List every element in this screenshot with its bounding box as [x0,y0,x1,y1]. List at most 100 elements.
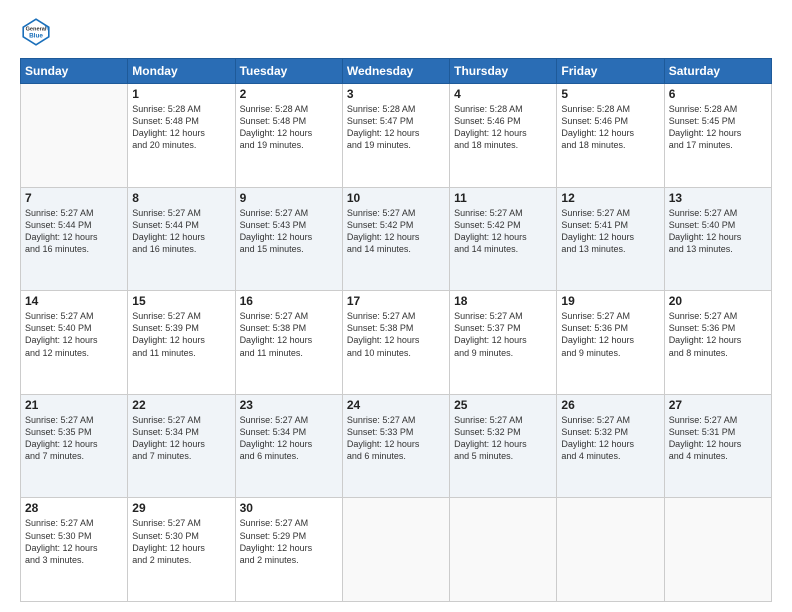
cell-info: Sunrise: 5:27 AM Sunset: 5:38 PM Dayligh… [347,310,445,359]
day-number: 4 [454,87,552,101]
table-row: 5 Sunrise: 5:28 AM Sunset: 5:46 PM Daylig… [557,84,664,188]
day-number: 22 [132,398,230,412]
calendar-week-row: 1 Sunrise: 5:28 AM Sunset: 5:48 PM Daylig… [21,84,772,188]
table-row: 11Sunrise: 5:27 AM Sunset: 5:42 PM Dayli… [450,187,557,291]
cell-info: Sunrise: 5:27 AM Sunset: 5:39 PM Dayligh… [132,310,230,359]
table-row: 24 Sunrise: 5:27 AM Sunset: 5:33 PM Dayli… [342,394,449,498]
day-number: 14 [25,294,123,308]
cell-info: Sunrise: 5:27 AM Sunset: 5:30 PM Dayligh… [25,517,123,566]
cell-info: Sunrise: 5:27 AM Sunset: 5:38 PM Dayligh… [240,310,338,359]
cell-info: Sunrise: 5:27 AM Sunset: 5:42 PM Dayligh… [347,207,445,256]
table-row: 26 Sunrise: 5:27 AM Sunset: 5:32 PM Dayli… [557,394,664,498]
day-number: 28 [25,501,123,515]
table-row: 19 Sunrise: 5:27 AM Sunset: 5:36 PM Dayli… [557,291,664,395]
table-row: 30 Sunrise: 5:27 AM Sunset: 5:29 PM Dayli… [235,498,342,602]
cell-info: Sunrise: 5:27 AM Sunset: 5:36 PM Dayligh… [561,310,659,359]
day-number: 24 [347,398,445,412]
day-number: 30 [240,501,338,515]
cell-info: Sunrise: 5:27 AM Sunset: 5:33 PM Dayligh… [347,414,445,463]
col-thursday: Thursday [450,59,557,84]
col-friday: Friday [557,59,664,84]
col-tuesday: Tuesday [235,59,342,84]
col-sunday: Sunday [21,59,128,84]
cell-info: Sunrise: 5:27 AM Sunset: 5:30 PM Dayligh… [132,517,230,566]
cell-info: Sunrise: 5:28 AM Sunset: 5:48 PM Dayligh… [240,103,338,152]
cell-info: Sunrise: 5:27 AM Sunset: 5:35 PM Dayligh… [25,414,123,463]
day-number: 23 [240,398,338,412]
day-number: 26 [561,398,659,412]
cell-info: Sunrise: 5:27 AM Sunset: 5:40 PM Dayligh… [669,207,767,256]
day-number: 12 [561,191,659,205]
table-row: 18Sunrise: 5:27 AM Sunset: 5:37 PM Dayli… [450,291,557,395]
cell-info: Sunrise: 5:27 AM Sunset: 5:31 PM Dayligh… [669,414,767,463]
table-row [450,498,557,602]
cell-info: Sunrise: 5:27 AM Sunset: 5:34 PM Dayligh… [240,414,338,463]
day-number: 1 [132,87,230,101]
svg-text:General: General [26,26,47,32]
cell-info: Sunrise: 5:27 AM Sunset: 5:43 PM Dayligh… [240,207,338,256]
cell-info: Sunrise: 5:28 AM Sunset: 5:47 PM Dayligh… [347,103,445,152]
table-row: 9 Sunrise: 5:27 AM Sunset: 5:43 PM Daylig… [235,187,342,291]
table-row: 1Sunrise: 5:28 AM Sunset: 5:48 PM Daylig… [128,84,235,188]
day-number: 10 [347,191,445,205]
cell-info: Sunrise: 5:27 AM Sunset: 5:37 PM Dayligh… [454,310,552,359]
cell-info: Sunrise: 5:27 AM Sunset: 5:29 PM Dayligh… [240,517,338,566]
day-number: 3 [347,87,445,101]
table-row: 20 Sunrise: 5:27 AM Sunset: 5:36 PM Dayli… [664,291,771,395]
day-number: 5 [561,87,659,101]
table-row: 13 Sunrise: 5:27 AM Sunset: 5:40 PM Dayli… [664,187,771,291]
cell-info: Sunrise: 5:27 AM Sunset: 5:36 PM Dayligh… [669,310,767,359]
table-row: 6Sunrise: 5:28 AM Sunset: 5:45 PM Daylig… [664,84,771,188]
page: General Blue Sunday Monday Tuesday Wedne… [0,0,792,612]
cell-info: Sunrise: 5:28 AM Sunset: 5:45 PM Dayligh… [669,103,767,152]
day-number: 21 [25,398,123,412]
table-row: 29 Sunrise: 5:27 AM Sunset: 5:30 PM Dayli… [128,498,235,602]
day-number: 9 [240,191,338,205]
calendar-week-row: 21 Sunrise: 5:27 AM Sunset: 5:35 PM Dayli… [21,394,772,498]
table-row: 14 Sunrise: 5:27 AM Sunset: 5:40 PM Dayli… [21,291,128,395]
col-wednesday: Wednesday [342,59,449,84]
day-number: 13 [669,191,767,205]
table-row [21,84,128,188]
table-row: 8 Sunrise: 5:27 AM Sunset: 5:44 PM Daylig… [128,187,235,291]
table-row: 2 Sunrise: 5:28 AM Sunset: 5:48 PM Daylig… [235,84,342,188]
col-saturday: Saturday [664,59,771,84]
day-number: 19 [561,294,659,308]
table-row: 16 Sunrise: 5:27 AM Sunset: 5:38 PM Dayli… [235,291,342,395]
cell-info: Sunrise: 5:27 AM Sunset: 5:40 PM Dayligh… [25,310,123,359]
table-row: 28 Sunrise: 5:27 AM Sunset: 5:30 PM Dayli… [21,498,128,602]
day-number: 27 [669,398,767,412]
table-row [557,498,664,602]
day-number: 7 [25,191,123,205]
table-row: 17 Sunrise: 5:27 AM Sunset: 5:38 PM Dayli… [342,291,449,395]
table-row: 3 Sunrise: 5:28 AM Sunset: 5:47 PM Daylig… [342,84,449,188]
table-row: 27 Sunrise: 5:27 AM Sunset: 5:31 PM Dayli… [664,394,771,498]
calendar-table: Sunday Monday Tuesday Wednesday Thursday… [20,58,772,602]
cell-info: Sunrise: 5:27 AM Sunset: 5:32 PM Dayligh… [561,414,659,463]
table-row: 12Sunrise: 5:27 AM Sunset: 5:41 PM Dayli… [557,187,664,291]
cell-info: Sunrise: 5:27 AM Sunset: 5:42 PM Dayligh… [454,207,552,256]
cell-info: Sunrise: 5:27 AM Sunset: 5:44 PM Dayligh… [25,207,123,256]
day-number: 29 [132,501,230,515]
cell-info: Sunrise: 5:28 AM Sunset: 5:46 PM Dayligh… [454,103,552,152]
table-row: 25Sunrise: 5:27 AM Sunset: 5:32 PM Dayli… [450,394,557,498]
col-monday: Monday [128,59,235,84]
cell-info: Sunrise: 5:27 AM Sunset: 5:34 PM Dayligh… [132,414,230,463]
day-number: 8 [132,191,230,205]
cell-info: Sunrise: 5:28 AM Sunset: 5:46 PM Dayligh… [561,103,659,152]
table-row: 22 Sunrise: 5:27 AM Sunset: 5:34 PM Dayli… [128,394,235,498]
cell-info: Sunrise: 5:27 AM Sunset: 5:44 PM Dayligh… [132,207,230,256]
calendar-week-row: 28 Sunrise: 5:27 AM Sunset: 5:30 PM Dayli… [21,498,772,602]
header: General Blue [20,16,772,48]
table-row [342,498,449,602]
day-number: 20 [669,294,767,308]
day-number: 16 [240,294,338,308]
table-row: 23 Sunrise: 5:27 AM Sunset: 5:34 PM Dayli… [235,394,342,498]
day-number: 25 [454,398,552,412]
calendar-week-row: 14 Sunrise: 5:27 AM Sunset: 5:40 PM Dayli… [21,291,772,395]
day-number: 17 [347,294,445,308]
table-row: 21 Sunrise: 5:27 AM Sunset: 5:35 PM Dayli… [21,394,128,498]
day-number: 2 [240,87,338,101]
logo: General Blue [20,16,52,48]
calendar-week-row: 7 Sunrise: 5:27 AM Sunset: 5:44 PM Daylig… [21,187,772,291]
